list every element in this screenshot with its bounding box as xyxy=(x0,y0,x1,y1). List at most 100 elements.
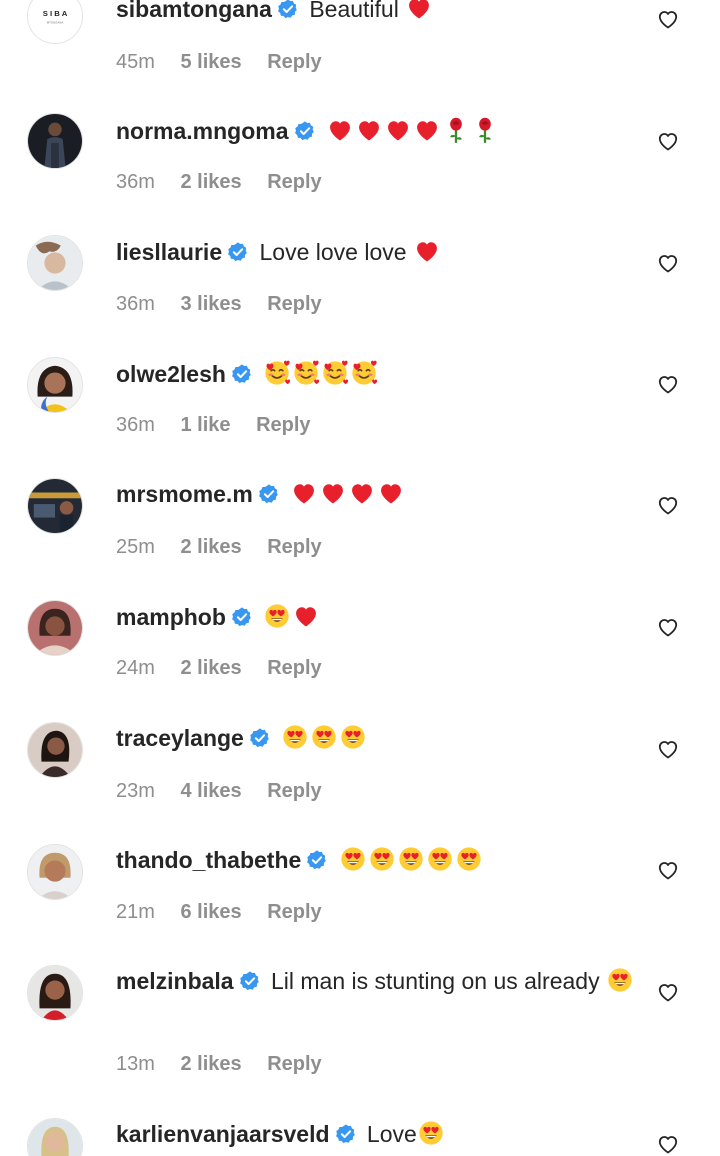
username[interactable]: melzinbala xyxy=(116,968,234,994)
likes-count[interactable]: 3 likes xyxy=(180,293,241,315)
username[interactable]: karlienvanjaarsveld xyxy=(116,1121,330,1147)
emoji-group xyxy=(281,725,368,751)
reply-button[interactable]: Reply xyxy=(267,901,321,923)
comment-time: 13m xyxy=(116,1053,155,1075)
avatar[interactable] xyxy=(27,1118,83,1156)
comment-body: karlienvanjaarsveld Love xyxy=(116,1118,636,1150)
smiling-face-with-hearts-icon xyxy=(263,359,291,387)
username[interactable]: mrsmome.m xyxy=(116,481,253,507)
reply-button[interactable]: Reply xyxy=(256,414,310,436)
emoji-group xyxy=(413,239,442,265)
emoji-group xyxy=(263,359,379,387)
red-heart-icon xyxy=(413,116,441,144)
verified-badge-icon xyxy=(231,606,253,628)
avatar[interactable]: S I B A MTONGANA xyxy=(27,0,83,44)
username[interactable]: sibamtongana xyxy=(116,0,272,22)
rose-icon xyxy=(471,116,499,144)
avatar-photo-icon xyxy=(28,601,82,655)
like-heart-icon[interactable] xyxy=(656,129,680,153)
comment-meta: 23m 4 likes Reply xyxy=(116,779,322,803)
avatar[interactable] xyxy=(27,722,83,778)
like-heart-icon[interactable] xyxy=(656,737,680,761)
avatar[interactable] xyxy=(27,965,83,1021)
likes-count[interactable]: 2 likes xyxy=(180,536,241,558)
reply-button[interactable]: Reply xyxy=(267,536,321,558)
comment-time: 25m xyxy=(116,536,155,558)
like-heart-icon[interactable] xyxy=(656,372,680,396)
red-heart-icon xyxy=(355,116,383,144)
avatar-photo-icon xyxy=(28,114,82,168)
likes-count[interactable]: 5 likes xyxy=(180,51,241,73)
red-heart-icon xyxy=(348,479,376,507)
comment-meta: 45m 5 likes Reply xyxy=(116,50,322,74)
verified-badge-icon xyxy=(239,970,261,992)
avatar[interactable] xyxy=(27,600,83,656)
heart-eyes-icon xyxy=(417,1119,445,1147)
likes-count[interactable]: 2 likes xyxy=(180,657,241,679)
verified-badge-icon xyxy=(231,363,253,385)
username[interactable]: thando_thabethe xyxy=(116,847,301,873)
avatar-photo-icon xyxy=(28,358,82,412)
reply-button[interactable]: Reply xyxy=(267,171,321,193)
red-heart-icon xyxy=(384,116,412,144)
emoji-group xyxy=(263,604,321,630)
avatar[interactable] xyxy=(27,113,83,169)
avatar-photo-icon xyxy=(28,479,82,533)
reply-button[interactable]: Reply xyxy=(267,1053,321,1075)
avatar-photo-icon xyxy=(28,236,82,290)
verified-badge-icon xyxy=(335,1123,357,1145)
comment-body: liesllaurie Love love love xyxy=(116,236,636,268)
emoji-group xyxy=(417,1121,446,1147)
like-heart-icon[interactable] xyxy=(656,251,680,275)
comment-text: Beautiful xyxy=(309,0,399,22)
username[interactable]: mamphob xyxy=(116,604,226,630)
comment-body: olwe2lesh xyxy=(116,358,636,390)
like-heart-icon[interactable] xyxy=(656,493,680,517)
likes-count[interactable]: 2 likes xyxy=(180,171,241,193)
comment-text: Love xyxy=(366,1121,417,1147)
comment-time: 21m xyxy=(116,901,155,923)
red-heart-icon xyxy=(326,116,354,144)
like-heart-icon[interactable] xyxy=(656,7,680,31)
comment-meta: 36m 3 likes Reply xyxy=(116,292,322,316)
username[interactable]: traceylange xyxy=(116,725,244,751)
avatar-photo-icon xyxy=(28,966,82,1020)
likes-count[interactable]: 2 likes xyxy=(180,1053,241,1075)
like-heart-icon[interactable] xyxy=(656,1132,680,1156)
likes-count[interactable]: 6 likes xyxy=(180,901,241,923)
like-heart-icon[interactable] xyxy=(656,615,680,639)
avatar-photo-icon xyxy=(28,845,82,899)
username[interactable]: liesllaurie xyxy=(116,239,222,265)
avatar[interactable] xyxy=(27,235,83,291)
avatar-photo-icon xyxy=(28,723,82,777)
emoji-group xyxy=(606,968,635,994)
red-heart-icon xyxy=(377,479,405,507)
comment-meta: 36m 1 like Reply xyxy=(116,413,311,437)
emoji-group xyxy=(290,481,406,507)
rose-icon xyxy=(442,116,470,144)
avatar[interactable] xyxy=(27,478,83,534)
comment-body: melzinbala Lil man is stunting on us alr… xyxy=(116,965,636,997)
like-heart-icon[interactable] xyxy=(656,980,680,1004)
reply-button[interactable]: Reply xyxy=(267,657,321,679)
comment-body: sibamtongana Beautiful xyxy=(116,0,636,25)
reply-button[interactable]: Reply xyxy=(267,293,321,315)
smiling-face-with-hearts-icon xyxy=(321,359,349,387)
avatar[interactable] xyxy=(27,357,83,413)
comment-time: 24m xyxy=(116,657,155,679)
verified-badge-icon xyxy=(249,727,271,749)
username[interactable]: norma.mngoma xyxy=(116,118,289,144)
like-heart-icon[interactable] xyxy=(656,858,680,882)
comment-time: 36m xyxy=(116,293,155,315)
verified-badge-icon xyxy=(277,0,299,20)
likes-count[interactable]: 1 like xyxy=(180,414,230,436)
comment-time: 36m xyxy=(116,414,155,436)
avatar[interactable] xyxy=(27,844,83,900)
comment-time: 45m xyxy=(116,51,155,73)
likes-count[interactable]: 4 likes xyxy=(180,780,241,802)
reply-button[interactable]: Reply xyxy=(267,51,321,73)
reply-button[interactable]: Reply xyxy=(267,780,321,802)
verified-badge-icon xyxy=(258,483,280,505)
username[interactable]: olwe2lesh xyxy=(116,361,226,387)
comment-body: traceylange xyxy=(116,722,636,754)
